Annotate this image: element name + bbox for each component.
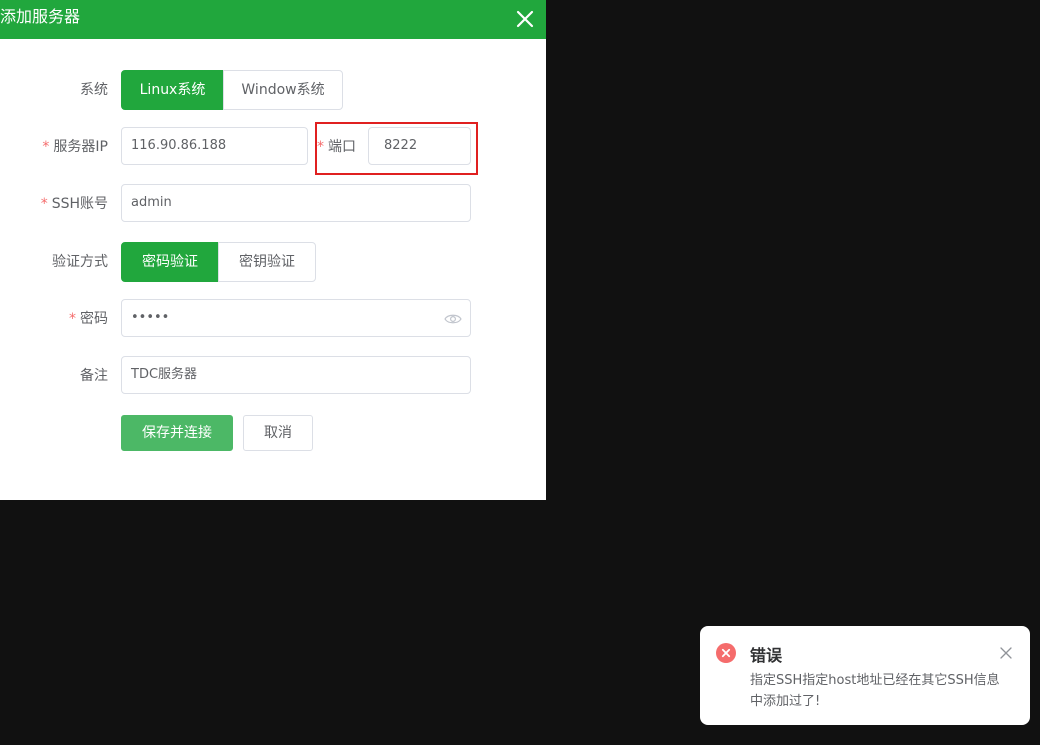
auth-option-key[interactable]: 密钥验证 — [218, 242, 316, 282]
password-input[interactable]: ••••• — [121, 299, 471, 337]
save-connect-button[interactable]: 保存并连接 — [121, 415, 233, 451]
port-label: * 端口 — [270, 137, 356, 157]
required-mark: * — [40, 196, 48, 212]
server-ip-label-text: 服务器IP — [53, 139, 108, 155]
system-option-linux[interactable]: Linux系统 — [121, 70, 224, 110]
error-notification: 错误 指定SSH指定host地址已经在其它SSH信息中添加过了! — [700, 626, 1030, 725]
ssh-account-input[interactable]: admin — [121, 184, 471, 222]
dialog-header: 添加服务器 — [0, 0, 546, 39]
dialog-title: 添加服务器 — [0, 7, 81, 26]
cancel-button[interactable]: 取消 — [243, 415, 313, 451]
password-label-text: 密码 — [80, 311, 108, 327]
add-server-dialog: 添加服务器 系统 Linux系统 Window系统 * 服务器IP 116.90.… — [0, 0, 546, 500]
system-label: 系统 — [80, 82, 108, 98]
remark-input[interactable]: TDC服务器 — [121, 356, 471, 394]
auth-method-label: 验证方式 — [52, 254, 108, 270]
required-mark: * — [317, 139, 324, 155]
server-ip-label: * 服务器IP — [0, 137, 108, 157]
auth-option-password[interactable]: 密码验证 — [121, 242, 219, 282]
port-label-text: 端口 — [328, 139, 356, 155]
notification-message: 指定SSH指定host地址已经在其它SSH信息中添加过了! — [750, 673, 1000, 709]
error-icon — [716, 643, 736, 663]
notification-title: 错误 — [750, 646, 783, 665]
close-icon[interactable] — [1000, 647, 1012, 659]
close-icon[interactable] — [510, 4, 540, 34]
system-option-window[interactable]: Window系统 — [223, 70, 343, 110]
password-label: * 密码 — [0, 309, 108, 329]
remark-label: 备注 — [80, 368, 108, 384]
ssh-account-label: * SSH账号 — [0, 194, 108, 214]
required-mark: * — [42, 139, 50, 155]
eye-icon[interactable] — [444, 312, 462, 326]
ssh-account-label-text: SSH账号 — [51, 196, 108, 212]
required-mark: * — [69, 311, 76, 327]
port-input[interactable]: 8222 — [368, 127, 471, 165]
